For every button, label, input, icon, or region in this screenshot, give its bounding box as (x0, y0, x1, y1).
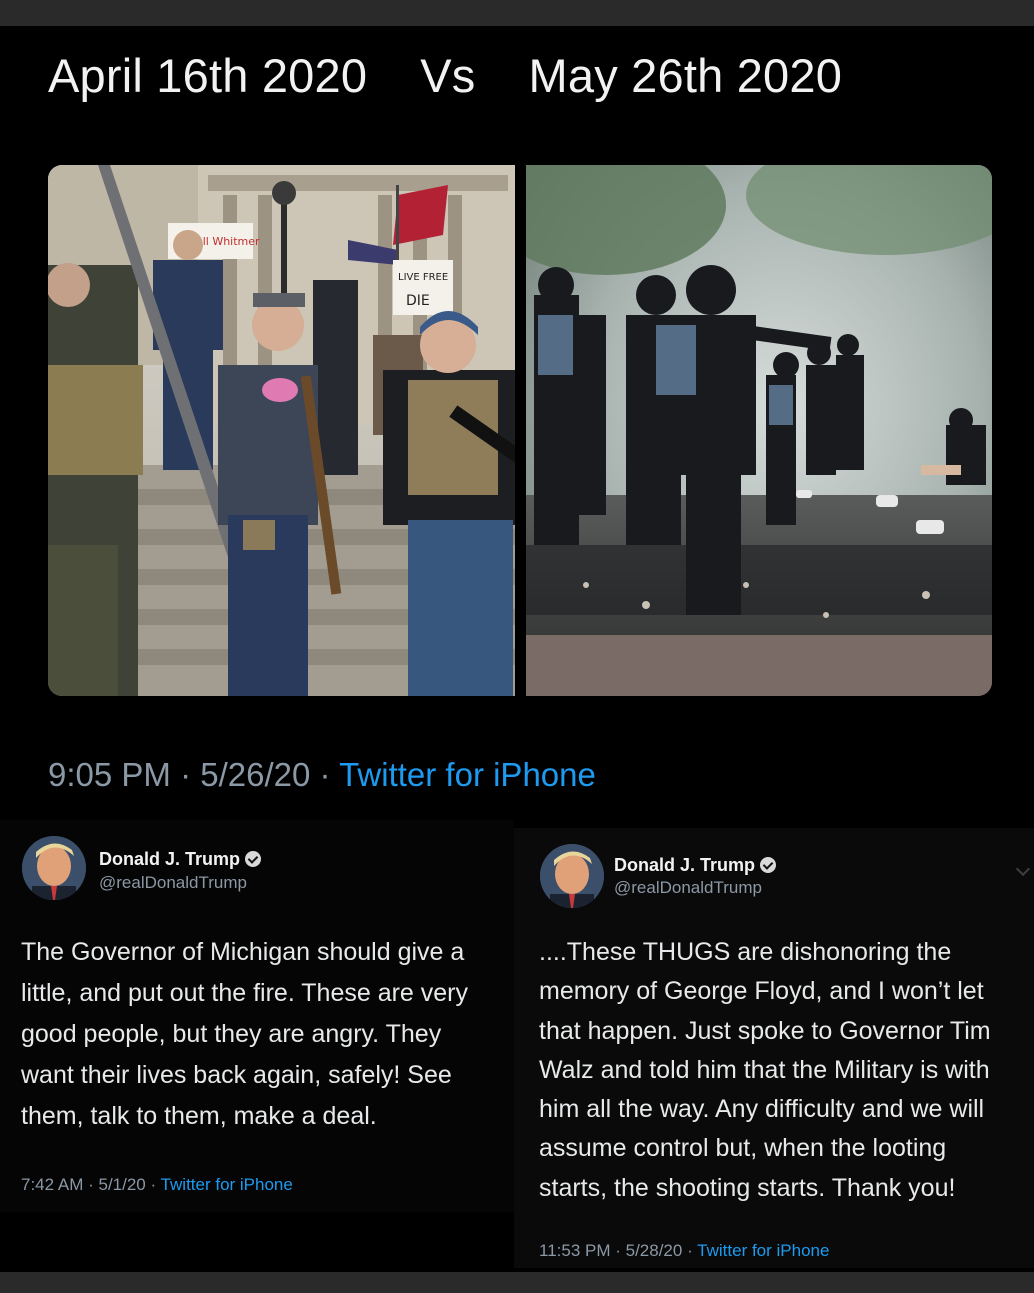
tweet-line: ....These THUGS are dishonoring the (539, 938, 952, 966)
tweet-line: want their lives back again, safely! See (21, 1061, 452, 1089)
verified-badge-icon (760, 857, 777, 873)
avatar[interactable] (540, 844, 604, 908)
author-name[interactable]: Donald J. Trump (99, 849, 262, 870)
tweet-line: good people, but they are angry. They (21, 1020, 442, 1048)
headline-left-date: April 16th 2020 (48, 49, 368, 102)
tweet-line: starts, the shooting starts. Thank you! (539, 1173, 956, 1202)
avatar[interactable] (22, 836, 86, 900)
tweet-time: 11:53 PM (539, 1241, 611, 1260)
svg-text:LIVE FREE: LIVE FREE (398, 272, 448, 283)
tweet-source-link[interactable]: Twitter for iPhone (697, 1241, 829, 1260)
tweet-line: them, talk to them, make a deal. (21, 1102, 377, 1130)
author-handle[interactable]: @realDonaldTrump (614, 878, 762, 898)
tweet-body: ....These THUGS are dishonoring the memo… (539, 933, 991, 1208)
tweet-body: The Governor of Michigan should give a l… (21, 932, 468, 1137)
chevron-down-icon[interactable] (1015, 861, 1031, 877)
main-tweet-meta: 9:05 PM · 5/26/20 · Twitter for iPhone (48, 756, 596, 793)
main-tweet-source-link[interactable]: Twitter for iPhone (339, 756, 596, 793)
tweet-meta: 11:53 PM · 5/28/20 · Twitter for iPhone (539, 1241, 830, 1260)
main-tweet-time: 9:05 PM (48, 756, 171, 793)
photo-capitol-protest: Recall Whitmer LIVE FREE DIE (48, 165, 515, 696)
headline-right-date: May 26th 2020 (528, 49, 843, 102)
svg-text:DIE: DIE (406, 293, 430, 309)
main-tweet-date: 5/26/20 (200, 756, 311, 793)
tweet-line: him all the way. Any difficulty and we w… (539, 1095, 985, 1124)
tweet-line: The Governor of Michigan should give a (21, 938, 465, 966)
tweet-line: memory of George Floyd, and I won’t let (539, 977, 984, 1006)
tweet-date: 5/1/20 (98, 1175, 146, 1194)
headline: April 16th 2020 Vs May 26th 2020 (48, 48, 842, 103)
top-bar (0, 0, 1034, 26)
tweet-time: 7:42 AM (21, 1175, 84, 1194)
author-name-text: Donald J. Trump (99, 849, 241, 869)
tweet-line: that happen. Just spoke to Governor Tim (539, 1016, 991, 1045)
tweet-date: 5/28/20 (625, 1241, 683, 1260)
photo-police-tear-gas (526, 165, 992, 696)
tweet-line: assume control but, when the looting (539, 1134, 947, 1163)
headline-vs: Vs (420, 49, 476, 102)
verified-badge-icon (245, 851, 262, 867)
tweet-source-link[interactable]: Twitter for iPhone (161, 1175, 293, 1194)
tweet-meta: 7:42 AM · 5/1/20 · Twitter for iPhone (21, 1175, 293, 1194)
author-name-text: Donald J. Trump (614, 855, 756, 875)
tweet-card-right[interactable]: Donald J. Trump @realDonaldTrump ....The… (514, 828, 1034, 1268)
author-name[interactable]: Donald J. Trump (614, 855, 777, 876)
bottom-bar (0, 1272, 1034, 1293)
author-handle[interactable]: @realDonaldTrump (99, 873, 247, 893)
tweet-line: Walz and told him that the Military is w… (539, 1055, 990, 1084)
tweet-line: little, and put out the fire. These are … (21, 979, 469, 1007)
tweet-card-left[interactable]: Donald J. Trump @realDonaldTrump The Gov… (0, 820, 514, 1212)
